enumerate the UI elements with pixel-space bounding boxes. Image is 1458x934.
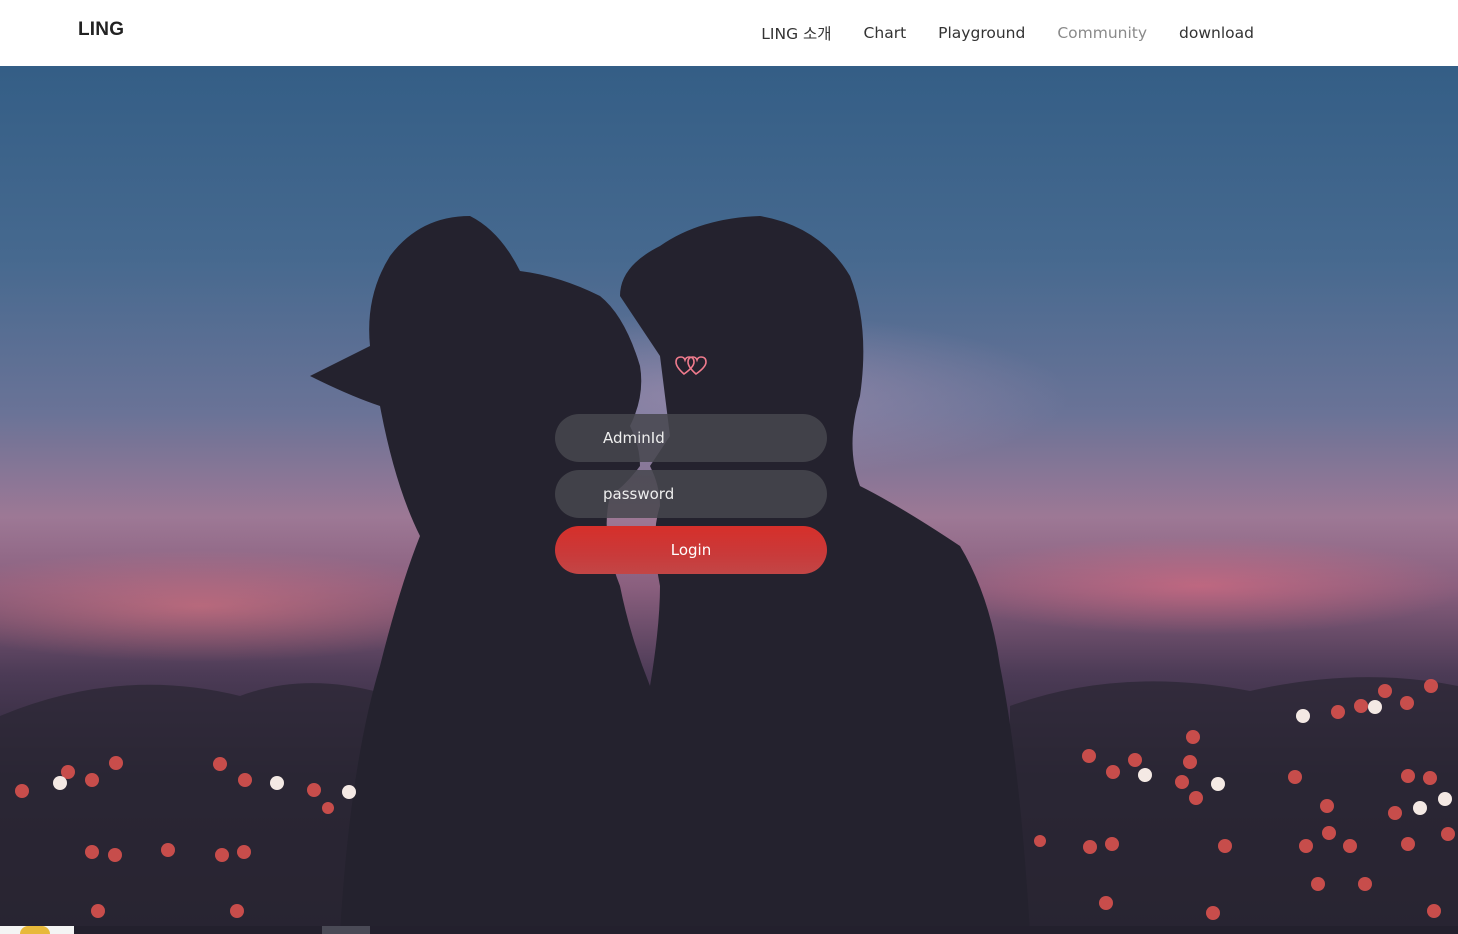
nav-link-community[interactable]: Community [1057,24,1147,42]
password-input[interactable] [555,470,827,518]
start-orb-icon[interactable] [20,926,50,934]
hero-background-photo: Login [0,66,1458,934]
nav-link-chart[interactable]: Chart [864,24,907,42]
taskbar-start-area [0,926,74,934]
login-button[interactable]: Login [555,526,827,574]
double-heart-icon [675,356,707,376]
admin-id-input[interactable] [555,414,827,462]
nav-link-playground[interactable]: Playground [938,24,1025,42]
os-taskbar-edge [0,926,1458,934]
main-nav: LING 소개 Chart Playground Community downl… [729,0,1254,66]
top-navbar: LING LING 소개 Chart Playground Community … [0,0,1458,66]
nav-link-ling-intro[interactable]: LING 소개 [761,22,831,44]
nav-link-download[interactable]: download [1179,24,1254,42]
brand-logo-link[interactable]: LING [78,19,124,41]
taskbar-app-tab[interactable] [322,926,370,934]
